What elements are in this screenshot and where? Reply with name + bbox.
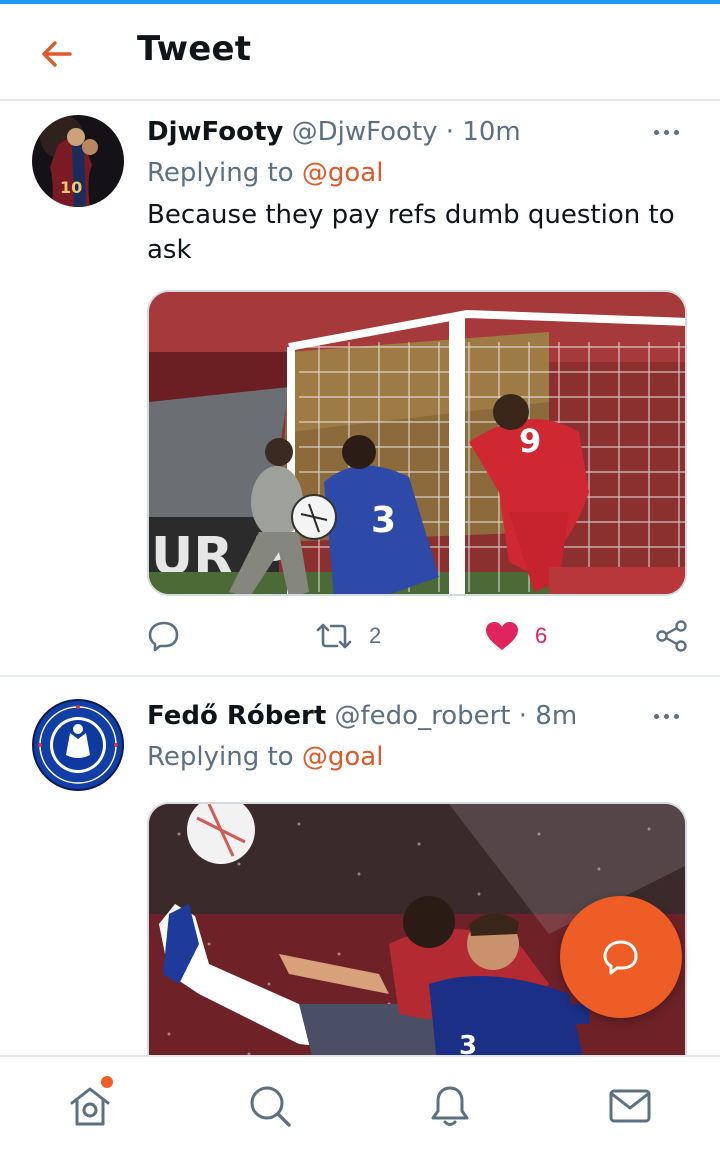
share-button[interactable] bbox=[655, 615, 689, 657]
svg-text:10: 10 bbox=[60, 178, 82, 197]
mail-icon bbox=[609, 1089, 651, 1123]
avatar[interactable] bbox=[32, 699, 124, 791]
tweet-media[interactable]: UR P 3 9 bbox=[147, 290, 687, 596]
mention-link[interactable]: @goal bbox=[302, 742, 384, 772]
page-title: Tweet bbox=[137, 29, 252, 69]
home-icon bbox=[70, 1087, 110, 1126]
reply-button[interactable] bbox=[147, 615, 181, 657]
bell-icon bbox=[431, 1086, 469, 1126]
tweet[interactable]: 10 DjwFooty @DjwFooty · 10m Replying to … bbox=[0, 103, 720, 677]
retweet-icon bbox=[316, 623, 352, 649]
tweet-text: Because they pay refs dumb question to a… bbox=[147, 200, 675, 265]
back-button[interactable] bbox=[28, 32, 84, 76]
more-horizontal-icon bbox=[653, 129, 659, 135]
tweet-actions: 2 6 bbox=[147, 615, 692, 657]
search-icon bbox=[250, 1086, 291, 1127]
nav-home[interactable] bbox=[65, 1081, 115, 1131]
separator-dot: · bbox=[445, 117, 455, 147]
avatar[interactable]: 10 bbox=[32, 115, 124, 207]
retweet-count: 2 bbox=[369, 623, 382, 648]
bottom-navigation bbox=[0, 1055, 720, 1153]
author-handle[interactable]: @fedo_robert bbox=[335, 701, 511, 731]
separator-dot: · bbox=[518, 701, 528, 731]
author-handle[interactable]: @DjwFooty bbox=[292, 117, 438, 147]
nav-messages[interactable] bbox=[605, 1081, 655, 1131]
more-options-button[interactable] bbox=[646, 117, 686, 147]
tweet-header: Fedő Róbert @fedo_robert · 8m bbox=[147, 701, 577, 731]
more-horizontal-icon bbox=[653, 713, 659, 719]
replying-to: Replying to @goal bbox=[147, 158, 383, 188]
compose-reply-button[interactable] bbox=[560, 896, 682, 1018]
share-icon bbox=[656, 620, 687, 652]
more-options-button[interactable] bbox=[646, 701, 686, 731]
tweet-header: DjwFooty @DjwFooty · 10m bbox=[147, 117, 521, 147]
mention-link[interactable]: @goal bbox=[302, 158, 384, 188]
nav-search[interactable] bbox=[245, 1081, 295, 1131]
media-image: UR P 3 9 bbox=[149, 292, 685, 594]
nav-notifications[interactable] bbox=[425, 1081, 475, 1131]
arrow-left-icon bbox=[42, 41, 72, 67]
svg-text:3: 3 bbox=[459, 1031, 477, 1055]
notification-dot bbox=[101, 1076, 113, 1088]
reply-icon bbox=[148, 621, 179, 652]
like-button[interactable]: 6 bbox=[485, 615, 547, 657]
tweet-time[interactable]: 10m bbox=[462, 117, 520, 147]
replying-prefix: Replying to bbox=[147, 158, 294, 188]
author-name[interactable]: Fedő Róbert bbox=[147, 701, 326, 731]
heart-icon bbox=[486, 622, 518, 650]
tweet-time[interactable]: 8m bbox=[535, 701, 577, 731]
replying-to: Replying to @goal bbox=[147, 742, 383, 772]
like-count: 6 bbox=[535, 623, 548, 648]
author-name[interactable]: DjwFooty bbox=[147, 117, 283, 147]
retweet-button[interactable]: 2 bbox=[315, 615, 381, 657]
replying-prefix: Replying to bbox=[147, 742, 294, 772]
app-header: Tweet bbox=[0, 4, 720, 101]
compose-reply-icon bbox=[603, 940, 638, 975]
svg-text:9: 9 bbox=[519, 422, 541, 460]
svg-text:3: 3 bbox=[371, 500, 396, 541]
